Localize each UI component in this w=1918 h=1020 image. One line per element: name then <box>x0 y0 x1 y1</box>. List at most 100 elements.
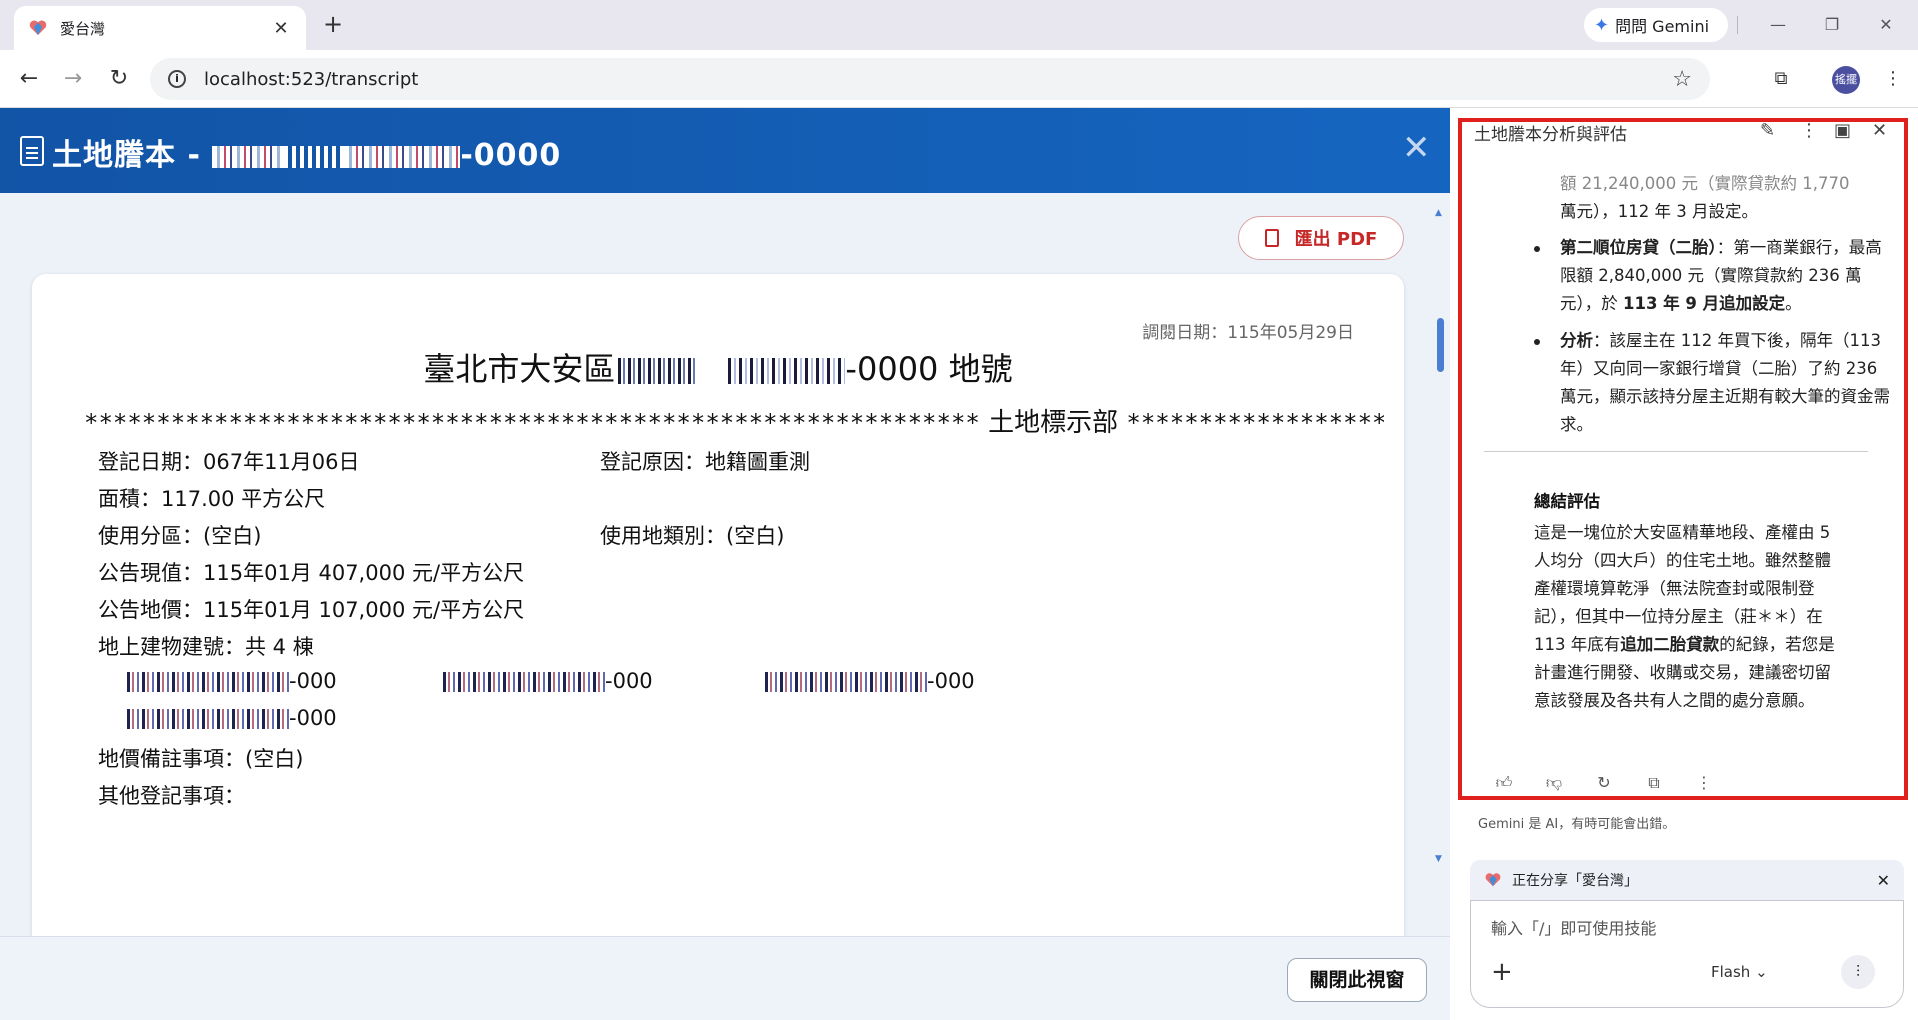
side-panel-title: 土地謄本分析與評估 <box>1474 125 1627 145</box>
page-title: 土地謄本 - -0000 <box>52 130 561 174</box>
bookmark-star-icon[interactable]: ☆ <box>1672 67 1692 92</box>
redacted-block <box>404 145 461 168</box>
more-icon[interactable]: ⋮ <box>1800 120 1818 141</box>
ask-gemini-label: 問問 Gemini <box>1615 17 1710 36</box>
stop-sharing-icon[interactable]: ✕ <box>1877 871 1890 890</box>
field-reg-reason: 登記原因：地籍圖重測 <box>600 450 810 474</box>
redacted-block <box>762 672 927 692</box>
model-label: Flash <box>1711 963 1751 981</box>
gemini-sparkle-icon: ✦ <box>1594 14 1610 36</box>
tab-bar: 愛台灣 ✕ + ✦ 問問 Gemini — ❐ ✕ <box>0 0 1918 50</box>
query-date: 調閱日期：115年05月29日 <box>1142 323 1354 343</box>
summary-body: 這是一塊位於大安區精華地段、產權由 5 人均分（四大戶）的住宅土地。雖然整體產權… <box>1534 519 1844 715</box>
building-number: -000 <box>124 706 337 730</box>
ai-disclaimer: Gemini 是 AI，有時可能會出錯。 <box>1478 817 1676 832</box>
heart-favicon-icon <box>29 20 47 35</box>
menu-kebab-icon[interactable]: ⋮ <box>1878 64 1908 94</box>
browser-toolbar: ← → ↻ i localhost:523/transcript ☆ ⧉ ⋮ <box>0 50 1918 108</box>
bullet-bold: 分析 <box>1560 331 1593 350</box>
redacted-block <box>725 358 846 384</box>
model-selector[interactable]: Flash ⌄ <box>1711 963 1768 981</box>
new-tab-button[interactable]: + <box>318 10 348 40</box>
field-buildings: 地上建物建號：共 4 棟 <box>98 635 314 659</box>
back-icon[interactable]: ← <box>14 64 44 94</box>
prompt-placeholder: 輸入「/」即可使用技能 <box>1491 919 1657 938</box>
bullet-text: ：該屋主在 112 年買下後，隔年（113年）又向同一家銀行增貸（二胎）了約 2… <box>1560 331 1890 434</box>
tab-close-icon[interactable]: ✕ <box>270 18 292 39</box>
window-close-icon[interactable]: ✕ <box>1866 10 1906 40</box>
site-info-icon[interactable]: i <box>168 70 186 88</box>
header-close-icon[interactable]: ✕ <box>1402 130 1431 166</box>
add-icon[interactable]: + <box>1491 957 1513 987</box>
bullet-bold: 113 年 9 月追加設定 <box>1623 294 1786 313</box>
prompt-input[interactable]: 輸入「/」即可使用技能 + Flash ⌄ ⫶ <box>1470 900 1904 1008</box>
page-content: 土地謄本 - -0000 ✕ 匯出 PDF 調閱日期：115年05月29日 臺北… <box>0 108 1450 1020</box>
doc-title-prefix: 臺北市大安區 <box>423 350 616 388</box>
building-suffix: -000 <box>289 669 337 693</box>
regenerate-icon[interactable]: ↻ <box>1590 773 1618 793</box>
doc-title-suffix: -0000 地號 <box>845 350 1013 388</box>
field-other: 其他登記事項： <box>98 784 245 808</box>
browser-tab[interactable]: 愛台灣 ✕ <box>14 6 306 50</box>
tab-title: 愛台灣 <box>60 19 106 38</box>
avatar[interactable]: 搖擺 <box>1832 66 1860 94</box>
section-title: 土地標示部 <box>979 408 1127 438</box>
tab-search-icon[interactable]: ⧉ <box>1766 64 1796 94</box>
tabbar-divider <box>1737 16 1738 34</box>
voice-input-icon[interactable]: ⫶ <box>1841 955 1875 989</box>
document-title: 臺北市大安區 -0000 地號 <box>32 344 1404 390</box>
building-number: -000 <box>762 669 975 693</box>
close-window-button[interactable]: 關閉此視窗 <box>1287 958 1427 1002</box>
redacted-block <box>212 145 285 168</box>
stars-left: ****************************************… <box>84 409 980 437</box>
stars-right: ************************************* <box>1126 409 1384 437</box>
restore-icon[interactable]: ❐ <box>1812 10 1852 40</box>
reload-icon[interactable]: ↻ <box>104 64 134 94</box>
title-prefix: 土地謄本 - <box>52 138 213 173</box>
scrollbar-thumb[interactable] <box>1437 318 1444 372</box>
edit-icon[interactable]: ✎ <box>1760 120 1775 141</box>
partial-text: 萬元），112 年 3 月設定。 <box>1560 202 1758 221</box>
thumbs-up-icon[interactable]: 👍︎ <box>1490 773 1518 793</box>
open-window-icon[interactable]: ▣ <box>1834 120 1851 141</box>
address-bar[interactable]: i localhost:523/transcript ☆ <box>150 58 1710 100</box>
summary-title: 總結評估 <box>1534 492 1600 511</box>
summary-bold: 追加二胎貸款 <box>1620 635 1720 654</box>
document-icon <box>20 136 44 166</box>
bullet-bold: 第二順位房貸（二胎） <box>1560 238 1717 257</box>
export-pdf-label: 匯出 PDF <box>1294 229 1378 250</box>
sharing-text: 正在分享「愛台灣」 <box>1512 873 1638 889</box>
forward-icon[interactable]: → <box>58 64 88 94</box>
url-text: localhost:523/transcript <box>204 68 419 90</box>
building-number: -000 <box>440 669 653 693</box>
sharing-bar: 正在分享「愛台灣」 ✕ <box>1470 860 1904 900</box>
section-divider: ****************************************… <box>84 402 1384 439</box>
scrollbar[interactable]: ▲ ▼ <box>1435 208 1444 1020</box>
field-land-category: 使用地類別：(空白) <box>600 524 785 548</box>
field-area: 面積：117.00 平方公尺 <box>98 487 326 511</box>
field-land-note: 地價備註事項：(空白) <box>98 747 304 771</box>
building-suffix: -000 <box>605 669 653 693</box>
minimize-icon[interactable]: — <box>1758 10 1798 40</box>
page-header: 土地謄本 - -0000 ✕ <box>0 108 1450 193</box>
redacted-block <box>124 709 289 729</box>
thumbs-down-icon[interactable]: 👎︎ <box>1540 773 1568 793</box>
export-pdf-button[interactable]: 匯出 PDF <box>1238 216 1404 260</box>
scroll-up-icon[interactable]: ▲ <box>1435 208 1442 218</box>
title-suffix: -0000 <box>460 138 562 173</box>
redacted-block <box>124 672 289 692</box>
building-number: -000 <box>124 669 337 693</box>
building-suffix: -000 <box>927 669 975 693</box>
more-options-icon[interactable]: ⋮ <box>1690 773 1718 793</box>
redacted-block <box>344 145 405 168</box>
heart-favicon-icon <box>1485 873 1501 887</box>
ask-gemini-button[interactable]: ✦ 問問 Gemini <box>1584 8 1728 42</box>
side-close-icon[interactable]: ✕ <box>1872 120 1887 141</box>
page-footer <box>0 936 1450 1020</box>
building-suffix: -000 <box>289 706 337 730</box>
scroll-down-icon[interactable]: ▼ <box>1435 854 1442 864</box>
copy-icon[interactable]: ⧉ <box>1640 773 1668 793</box>
redacted-block <box>615 358 696 384</box>
response-actions: 👍︎ 👎︎ ↻ ⧉ ⋮ <box>1490 773 1718 793</box>
redacted-block <box>440 672 605 692</box>
